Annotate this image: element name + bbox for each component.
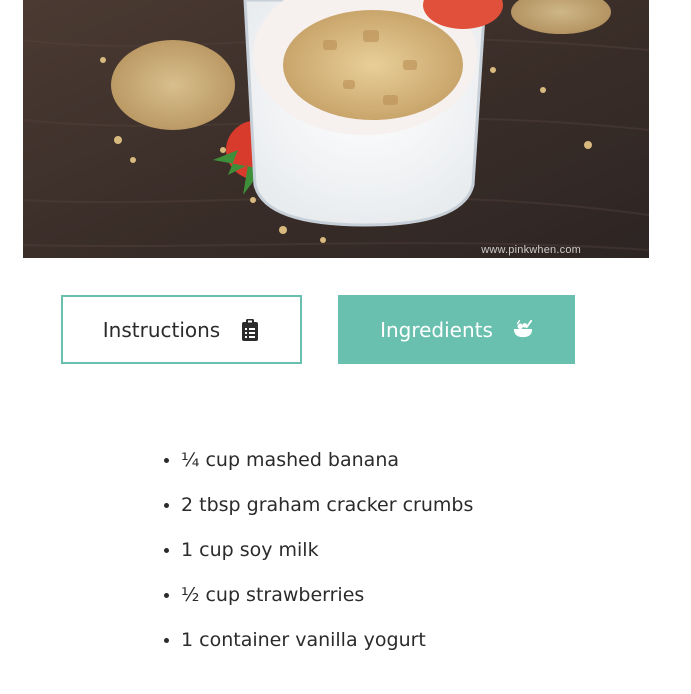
clipboard-icon [240,318,260,341]
hero-image: www.pinkwhen.com [23,0,649,258]
smoothie-photo [23,0,649,258]
tab-ingredients-label: Ingredients [380,317,493,342]
tab-instructions[interactable]: Instructions [61,295,302,364]
ingredients-list: ¼ cup mashed banana 2 tbsp graham cracke… [160,440,473,665]
list-item: ½ cup strawberries [181,575,473,620]
tab-ingredients[interactable]: Ingredients [338,295,575,364]
list-item: ¼ cup mashed banana [181,440,473,485]
list-item: 1 container vanilla yogurt [181,620,473,665]
tab-instructions-label: Instructions [102,317,221,342]
watermark: www.pinkwhen.com [481,244,581,256]
salad-bowl-icon [513,319,533,341]
list-item: 1 cup soy milk [181,530,473,575]
list-item: 2 tbsp graham cracker crumbs [181,485,473,530]
